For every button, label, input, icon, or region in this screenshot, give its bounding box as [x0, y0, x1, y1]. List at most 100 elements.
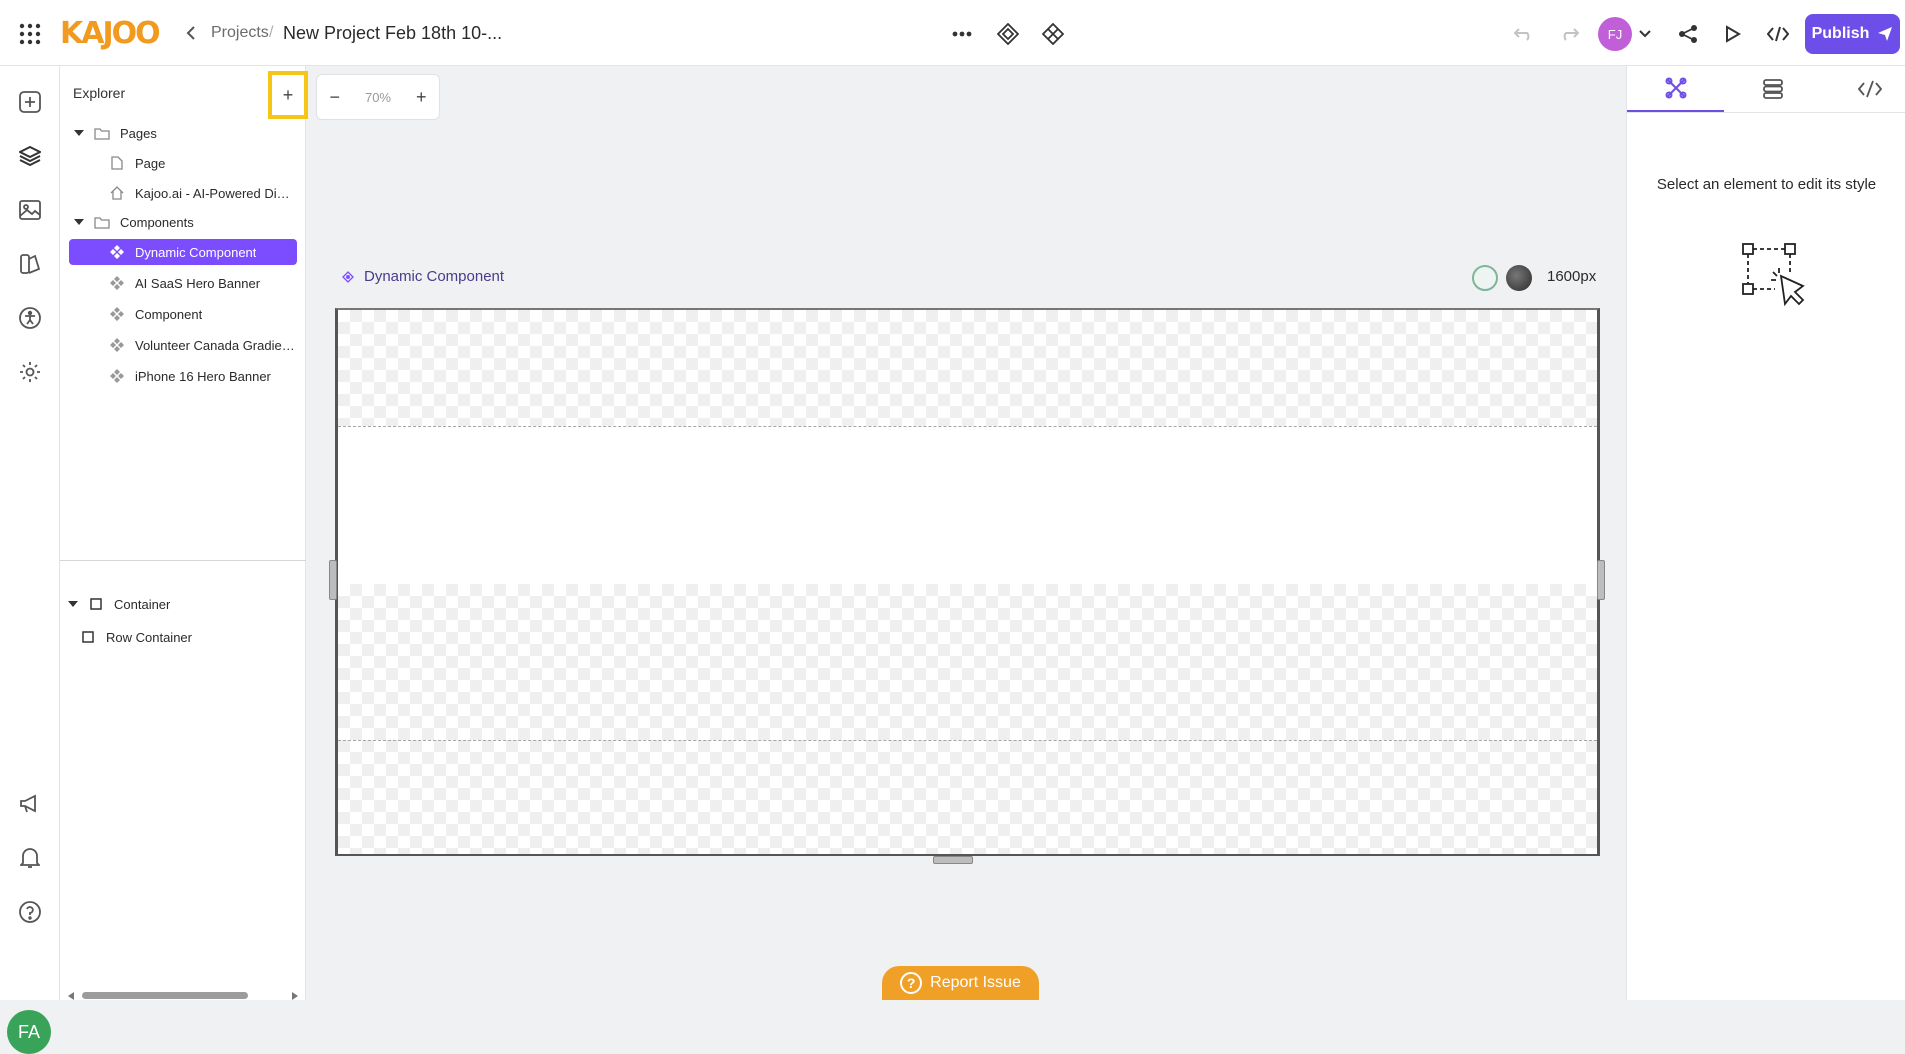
help-icon[interactable]	[14, 896, 46, 928]
row-boundary-line	[338, 740, 1597, 741]
component-diamond-icon	[109, 275, 125, 291]
container-square-icon	[88, 596, 104, 612]
tree-label: Page	[135, 155, 166, 171]
accessibility-icon[interactable]	[14, 302, 46, 334]
tree-label: Kajoo.ai - AI-Powered Digi...	[135, 185, 295, 201]
tree-folder-pages[interactable]: Pages	[60, 120, 306, 146]
tree-folder-components[interactable]: Components	[60, 209, 306, 235]
layer-item-container[interactable]: Container	[60, 591, 306, 617]
kajoo-logo[interactable]: KAJOO	[60, 16, 161, 51]
scroll-left-arrow-icon[interactable]	[68, 992, 74, 1000]
component-icon[interactable]	[992, 18, 1024, 50]
share-icon[interactable]	[1672, 18, 1704, 50]
component-diamond-icon	[109, 368, 125, 384]
tree-label: Components	[120, 214, 194, 230]
component-diamond-icon	[109, 337, 125, 353]
publish-label: Publish	[1811, 25, 1870, 42]
scrollbar-thumb[interactable]	[82, 992, 248, 999]
apps-grid-icon[interactable]	[14, 18, 46, 50]
tree-label: AI SaaS Hero Banner	[135, 275, 261, 291]
resize-handle-left[interactable]	[329, 560, 337, 600]
tab-divider	[1627, 112, 1905, 113]
image-icon[interactable]	[14, 194, 46, 226]
settings-icon[interactable]	[14, 356, 46, 388]
tree-item-component[interactable]: Component	[60, 301, 306, 327]
explorer-title: Explorer	[73, 85, 126, 101]
tab-data[interactable]	[1724, 66, 1821, 112]
explorer-panel: Explorer + Pages Page Kajoo.ai - AI-Powe…	[60, 66, 308, 1000]
tree-label: Row Container	[106, 629, 192, 645]
layers-icon[interactable]	[14, 140, 46, 172]
component-outline-icon[interactable]	[1037, 18, 1069, 50]
bell-icon[interactable]	[14, 842, 46, 874]
scroll-right-arrow-icon[interactable]	[292, 992, 298, 1000]
tab-style[interactable]	[1627, 66, 1724, 112]
user-avatar-fa[interactable]: FA	[7, 1010, 51, 1054]
tab-code[interactable]	[1821, 66, 1905, 112]
transparent-region-top	[338, 310, 1597, 426]
home-icon	[109, 185, 125, 201]
code-slash-icon	[1857, 80, 1882, 98]
component-frame[interactable]	[335, 308, 1600, 856]
select-element-icon	[1741, 242, 1813, 308]
page-icon	[109, 155, 125, 171]
layer-item-row-container[interactable]: Row Container	[60, 624, 306, 650]
canvas-width-label[interactable]: 1600px	[1547, 268, 1596, 285]
user-avatar[interactable]: FJ	[1598, 17, 1632, 51]
send-icon	[1877, 26, 1893, 42]
tree-item-ai-saas-hero-banner[interactable]: AI SaaS Hero Banner	[60, 270, 306, 296]
chevron-down-icon[interactable]	[1629, 18, 1661, 50]
folder-icon	[94, 125, 110, 141]
zoom-out-button[interactable]: −	[329, 87, 340, 108]
row-boundary-line	[338, 426, 1597, 427]
tree-item-kajoo-home[interactable]: Kajoo.ai - AI-Powered Digi...	[60, 180, 306, 206]
style-brush-icon	[1665, 77, 1686, 99]
dark-mode-swatch[interactable]	[1506, 265, 1532, 291]
caret-down-icon[interactable]	[68, 599, 78, 609]
top-bar: KAJOO Projects / New Project Feb 18th 10…	[0, 0, 1905, 66]
tree-item-volunteer-canada[interactable]: Volunteer Canada Gradien...	[60, 332, 306, 358]
tree-label: Volunteer Canada Gradien...	[135, 337, 295, 353]
help-icon: ?	[900, 972, 923, 994]
caret-down-icon[interactable]	[74, 128, 84, 138]
explorer-divider	[60, 560, 306, 561]
tree-item-iphone-16-hero-banner[interactable]: iPhone 16 Hero Banner	[60, 363, 306, 389]
container-square-icon	[80, 629, 96, 645]
component-diamond-icon	[342, 270, 354, 283]
add-button[interactable]: +	[268, 71, 308, 119]
resize-handle-right[interactable]	[1597, 560, 1605, 600]
caret-down-icon[interactable]	[74, 217, 84, 227]
logo-text: KAJOO	[60, 16, 161, 51]
tree-label: Container	[114, 596, 171, 612]
style-palette-icon[interactable]	[14, 248, 46, 280]
breadcrumb-projects[interactable]: Projects	[211, 24, 269, 42]
redo-icon[interactable]	[1553, 18, 1585, 50]
add-square-icon[interactable]	[14, 86, 46, 118]
breadcrumb-separator: /	[269, 24, 274, 41]
tree-item-page[interactable]: Page	[60, 150, 306, 176]
component-diamond-icon	[109, 306, 125, 322]
canvas-component-name: Dynamic Component	[364, 268, 505, 285]
resize-handle-bottom[interactable]	[933, 856, 973, 864]
style-panel: Select an element to edit its style	[1626, 66, 1905, 1000]
explorer-horizontal-scrollbar[interactable]	[68, 990, 298, 1000]
left-rail: FA	[0, 66, 60, 1054]
zoom-control: − 70% +	[316, 74, 440, 120]
chevron-left-icon[interactable]	[180, 22, 202, 44]
report-issue-button[interactable]: ? Report Issue	[882, 966, 1039, 1000]
project-title[interactable]: New Project Feb 18th 10-...	[283, 23, 502, 44]
tree-label: Component	[135, 306, 203, 322]
more-horizontal-icon[interactable]	[946, 18, 978, 50]
play-icon[interactable]	[1717, 18, 1749, 50]
megaphone-icon[interactable]	[14, 788, 46, 820]
tree-label: Dynamic Component	[135, 244, 257, 260]
tree-item-dynamic-component[interactable]: Dynamic Component	[69, 239, 297, 265]
light-mode-swatch[interactable]	[1472, 265, 1498, 291]
code-icon[interactable]	[1762, 18, 1794, 50]
undo-icon[interactable]	[1508, 18, 1540, 50]
zoom-in-button[interactable]: +	[416, 87, 427, 108]
transparent-region-bottom	[338, 584, 1597, 854]
tree-label: Pages	[120, 125, 157, 141]
canvas-component-label[interactable]: Dynamic Component	[342, 268, 504, 285]
publish-button[interactable]: Publish	[1805, 14, 1900, 54]
